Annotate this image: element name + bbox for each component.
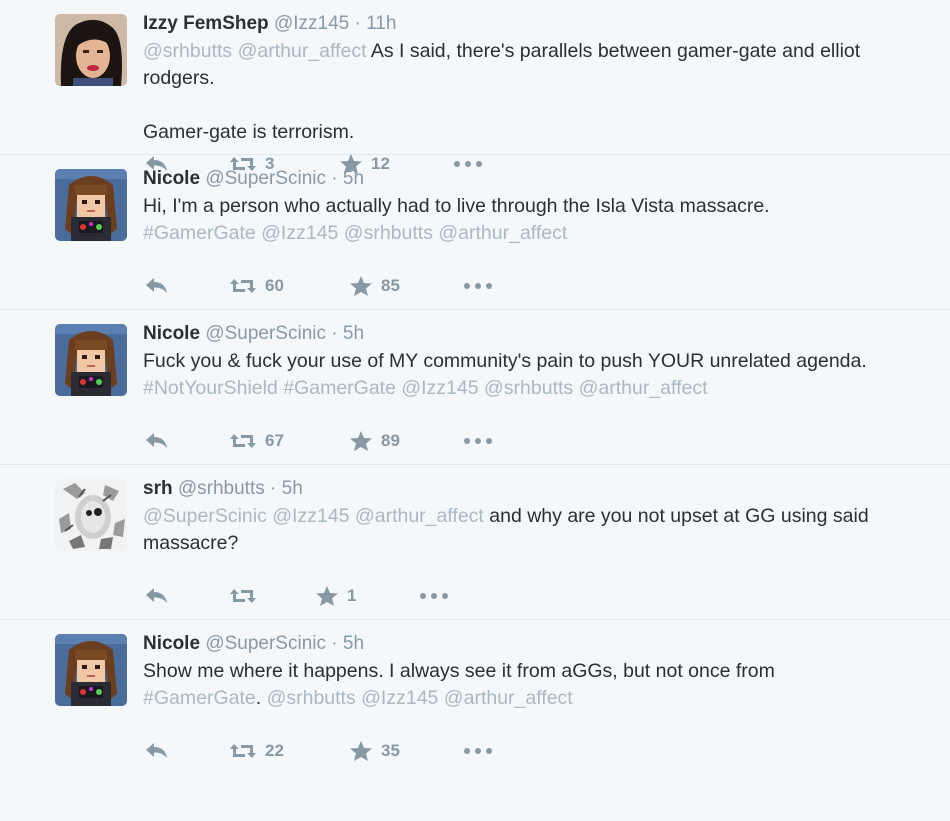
more-icon xyxy=(420,593,448,599)
tweet-actions: 67 89 xyxy=(143,430,643,452)
favorite-button[interactable]: 85 xyxy=(349,275,400,297)
favorite-count: 1 xyxy=(347,586,357,605)
tweet-header: srh @srhbutts · 5h xyxy=(143,476,303,502)
reply-button[interactable] xyxy=(145,275,169,297)
tweet-header: Nicole @SuperScinic · 5h xyxy=(143,166,364,192)
tweet-text-line: . xyxy=(255,687,262,709)
author-handle[interactable]: @Izz145 xyxy=(274,13,349,34)
more-button[interactable] xyxy=(463,430,493,452)
tweet-actions: 22 35 xyxy=(143,740,643,762)
timestamp[interactable]: 5h xyxy=(282,478,303,499)
favorite-count: 35 xyxy=(381,741,400,760)
tweet-header: Izzy FemShep @Izz145 · 11h xyxy=(143,11,396,37)
tweet-text: @SuperScinic @Izz145 @arthur_affect and … xyxy=(143,503,933,557)
more-icon xyxy=(464,283,492,289)
retweet-icon xyxy=(230,744,256,758)
author-handle[interactable]: @SuperScinic xyxy=(205,633,326,654)
separator: · xyxy=(331,633,338,654)
tweet-text: Fuck you & fuck your use of MY community… xyxy=(143,348,933,402)
avatar[interactable] xyxy=(55,14,127,86)
retweet-icon xyxy=(230,434,256,448)
more-icon xyxy=(464,748,492,754)
author-name[interactable]: Izzy FemShep xyxy=(143,13,269,34)
mentions[interactable]: #GamerGate @Izz145 @srhbutts @arthur_aff… xyxy=(143,220,933,247)
author-name[interactable]: srh xyxy=(143,478,173,499)
star-icon xyxy=(350,741,372,761)
reply-button[interactable] xyxy=(145,740,169,762)
tweet[interactable]: Izzy FemShep @Izz145 · 11h @srhbutts @ar… xyxy=(0,0,950,174)
reply-button[interactable] xyxy=(145,430,169,452)
tweet[interactable]: Nicole @SuperScinic · 5h Fuck you & fuck… xyxy=(0,310,950,465)
avatar[interactable] xyxy=(55,634,127,706)
star-icon xyxy=(350,431,372,451)
author-name[interactable]: Nicole xyxy=(143,168,200,189)
favorite-button[interactable]: 35 xyxy=(349,740,400,762)
retweet-icon xyxy=(230,589,256,603)
tweet-header: Nicole @SuperScinic · 5h xyxy=(143,631,364,657)
timestamp[interactable]: 5h xyxy=(343,323,364,344)
tweet-actions: 60 85 xyxy=(143,275,643,297)
avatar[interactable] xyxy=(55,324,127,396)
tweet-text-line: Fuck you & fuck your use of MY community… xyxy=(143,350,867,372)
more-button[interactable] xyxy=(419,585,449,607)
author-name[interactable]: Nicole xyxy=(143,323,200,344)
mentions[interactable]: #NotYourShield #GamerGate @Izz145 @srhbu… xyxy=(143,377,708,399)
author-handle[interactable]: @srhbutts xyxy=(178,478,265,499)
tweet-text-line: Hi, I'm a person who actually had to liv… xyxy=(143,195,770,217)
reply-icon xyxy=(146,433,167,448)
tweet-feed: Izzy FemShep @Izz145 · 11h @srhbutts @ar… xyxy=(0,0,950,775)
retweet-count: 22 xyxy=(265,741,284,760)
timestamp[interactable]: 5h xyxy=(343,168,364,189)
favorite-button[interactable]: 1 xyxy=(315,585,356,607)
star-icon xyxy=(316,586,338,606)
reply-icon xyxy=(146,278,167,293)
favorite-button[interactable]: 89 xyxy=(349,430,400,452)
separator: · xyxy=(354,13,361,34)
tweet-text-line: Show me where it happens. I always see i… xyxy=(143,660,775,682)
tweet[interactable]: Nicole @SuperScinic · 5h Hi, I'm a perso… xyxy=(0,155,950,310)
avatar[interactable] xyxy=(55,479,127,551)
author-handle[interactable]: @SuperScinic xyxy=(205,323,326,344)
avatar[interactable] xyxy=(55,169,127,241)
reply-button[interactable] xyxy=(145,585,169,607)
retweet-button[interactable]: 60 xyxy=(229,275,284,297)
tweet-text: Hi, I'm a person who actually had to liv… xyxy=(143,193,933,247)
more-icon xyxy=(464,438,492,444)
mentions[interactable]: @srhbutts @Izz145 @arthur_affect xyxy=(267,687,573,709)
tweet-text-line: Gamer-gate is terrorism. xyxy=(143,121,355,143)
more-button[interactable] xyxy=(463,275,493,297)
favorite-count: 85 xyxy=(381,276,400,295)
tweet-text: Show me where it happens. I always see i… xyxy=(143,658,933,712)
tweet-text: @srhbutts @arthur_affect As I said, ther… xyxy=(143,38,933,146)
timestamp[interactable]: 11h xyxy=(366,13,396,34)
tweet-actions: 1 xyxy=(143,585,643,607)
retweet-count: 67 xyxy=(265,431,284,450)
more-button[interactable] xyxy=(463,740,493,762)
mentions[interactable]: @SuperScinic @Izz145 @arthur_affect xyxy=(143,505,484,527)
author-handle[interactable]: @SuperScinic xyxy=(205,168,326,189)
reply-icon xyxy=(146,743,167,758)
retweet-icon xyxy=(230,279,256,293)
star-icon xyxy=(350,276,372,296)
author-name[interactable]: Nicole xyxy=(143,633,200,654)
tweet-header: Nicole @SuperScinic · 5h xyxy=(143,321,364,347)
timestamp[interactable]: 5h xyxy=(343,633,364,654)
reply-icon xyxy=(146,588,167,603)
separator: · xyxy=(331,168,338,189)
hashtag[interactable]: #GamerGate xyxy=(143,687,256,709)
retweet-button[interactable]: 22 xyxy=(229,740,284,762)
tweet[interactable]: srh @srhbutts · 5h @SuperScinic @Izz145 … xyxy=(0,465,950,620)
mentions[interactable]: @srhbutts @arthur_affect xyxy=(143,40,367,62)
retweet-count: 60 xyxy=(265,276,284,295)
separator: · xyxy=(270,478,277,499)
retweet-button[interactable] xyxy=(229,585,265,607)
favorite-count: 89 xyxy=(381,431,400,450)
separator: · xyxy=(331,323,338,344)
tweet[interactable]: Nicole @SuperScinic · 5h Show me where i… xyxy=(0,620,950,775)
retweet-button[interactable]: 67 xyxy=(229,430,284,452)
